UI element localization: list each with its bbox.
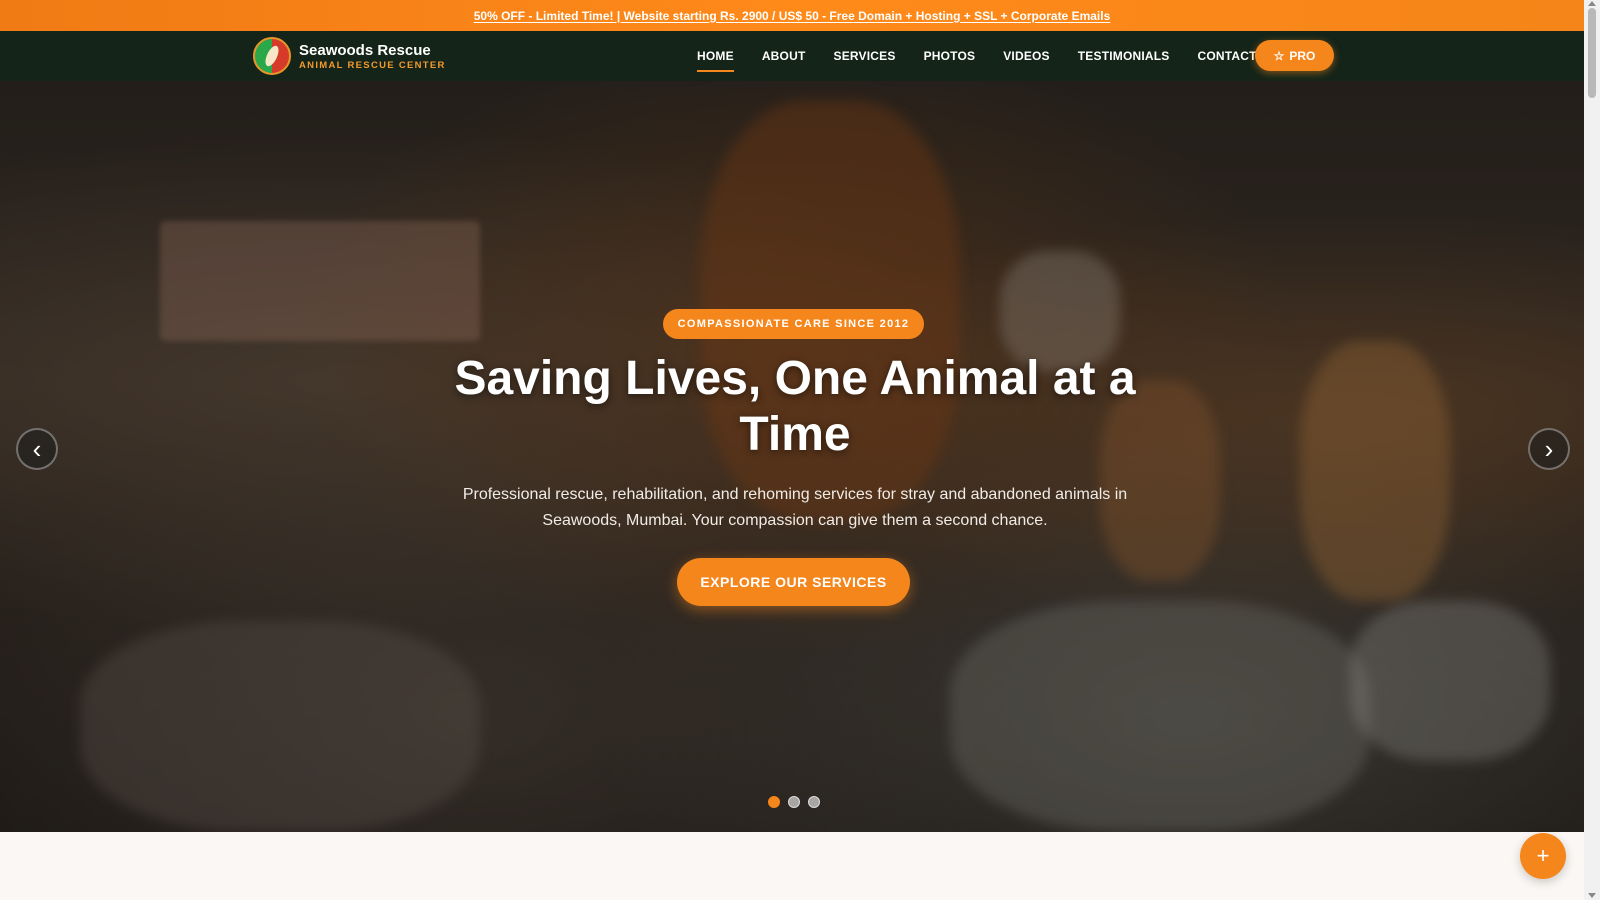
nav-menu: HOME ABOUT SERVICES PHOTOS VIDEOS TESTIM… xyxy=(697,31,1285,81)
brand-tagline: ANIMAL RESCUE CENTER xyxy=(299,59,446,71)
nav-item-about[interactable]: ABOUT xyxy=(762,31,806,81)
page-scrollbar[interactable] xyxy=(1584,0,1600,900)
hero-slider: COMPASSIONATE CARE SINCE 2012 Saving Liv… xyxy=(0,81,1584,832)
slider-prev-arrow-icon[interactable]: ‹ xyxy=(16,428,58,470)
star-icon: ☆ xyxy=(1273,48,1285,63)
slider-dot-3[interactable] xyxy=(808,796,820,808)
brand-text: Seawoods Rescue ANIMAL RESCUE CENTER xyxy=(299,42,446,71)
scroll-up-icon[interactable] xyxy=(1588,1,1596,6)
pro-label: PRO xyxy=(1289,48,1316,63)
hero-description: Professional rescue, rehabilitation, and… xyxy=(462,486,1128,529)
nav-item-videos[interactable]: VIDEOS xyxy=(1003,31,1050,81)
scroll-down-icon[interactable] xyxy=(1588,893,1596,898)
nav-item-home[interactable]: HOME xyxy=(697,31,734,81)
nav-item-contact[interactable]: CONTACT xyxy=(1198,31,1257,81)
nav-item-photos[interactable]: PHOTOS xyxy=(924,31,976,81)
slider-dots xyxy=(768,796,820,808)
hero-badge: COMPASSIONATE CARE SINCE 2012 xyxy=(663,309,924,339)
nav-item-services[interactable]: SERVICES xyxy=(833,31,895,81)
logo-icon xyxy=(253,37,291,75)
floating-action-button[interactable]: + xyxy=(1520,833,1566,879)
pro-button[interactable]: ☆ PRO xyxy=(1255,40,1334,71)
slider-next-arrow-icon[interactable]: › xyxy=(1528,428,1570,470)
explore-services-button[interactable]: EXPLORE OUR SERVICES xyxy=(677,558,910,606)
brand-name: Seawoods Rescue xyxy=(299,41,431,59)
slider-dot-2[interactable] xyxy=(788,796,800,808)
navbar: Seawoods Rescue ANIMAL RESCUE CENTER HOM… xyxy=(0,31,1584,81)
promo-link[interactable]: 50% OFF - Limited Time! | Website starti… xyxy=(474,9,1111,23)
hero-title: Saving Lives, One Animal at a Time xyxy=(454,352,1136,461)
promo-bar: 50% OFF - Limited Time! | Website starti… xyxy=(0,0,1584,31)
scrollbar-thumb[interactable] xyxy=(1588,8,1596,98)
slider-dot-1[interactable] xyxy=(768,796,780,808)
nav-item-testimonials[interactable]: TESTIMONIALS xyxy=(1078,31,1170,81)
brand[interactable]: Seawoods Rescue ANIMAL RESCUE CENTER xyxy=(253,37,446,75)
